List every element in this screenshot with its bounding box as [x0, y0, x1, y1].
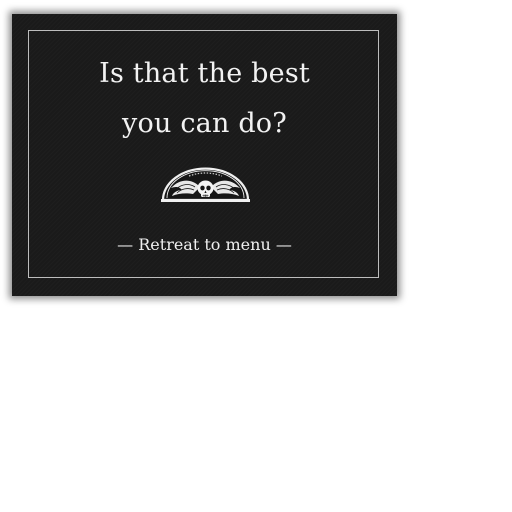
- game-over-message-line-2: you can do?: [122, 108, 287, 139]
- game-over-message-line-1: Is that the best: [99, 58, 310, 89]
- game-over-dialog: Is that the best you can do? — Retreat t…: [12, 14, 397, 296]
- winged-skull-icon: [161, 167, 250, 202]
- retreat-to-menu-link[interactable]: — Retreat to menu —: [12, 232, 397, 258]
